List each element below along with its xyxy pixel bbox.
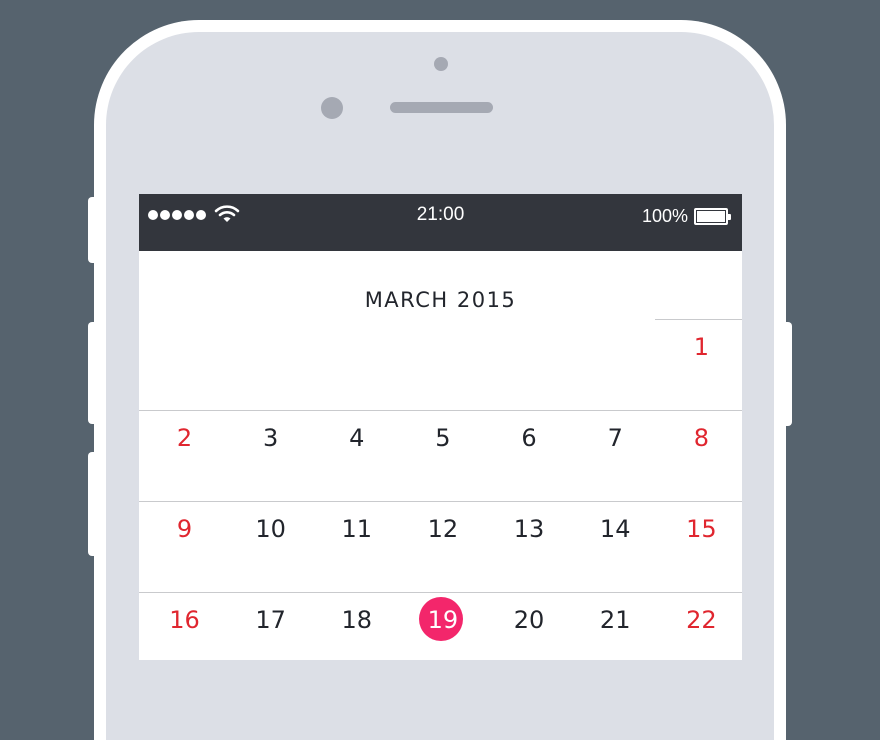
side-button-mute — [88, 197, 98, 263]
front-camera — [321, 97, 343, 119]
side-button-power — [782, 322, 792, 426]
calendar-day-today[interactable]: 19 — [397, 605, 488, 635]
calendar-day[interactable]: 16 — [139, 605, 230, 635]
calendar-day[interactable]: 10 — [225, 514, 316, 544]
calendar-week-row: 1 — [139, 319, 742, 410]
week-divider — [654, 319, 742, 320]
month-title: MARCH 2015 — [364, 288, 517, 312]
calendar-day[interactable]: 4 — [311, 423, 402, 453]
week-divider — [139, 410, 742, 411]
proximity-sensor — [434, 57, 448, 71]
calendar-day[interactable]: 6 — [484, 423, 575, 453]
calendar-week-row: 2345678 — [139, 410, 742, 501]
calendar-week-row: 16 17 18 19 20 21 22 — [139, 592, 742, 660]
earpiece-speaker — [390, 102, 493, 113]
calendar-day[interactable]: 8 — [656, 423, 742, 453]
calendar-day[interactable]: 13 — [484, 514, 575, 544]
battery-percentage: 100% — [641, 206, 688, 226]
calendar-day[interactable]: 22 — [656, 605, 742, 635]
calendar-day[interactable]: 1 — [656, 332, 742, 362]
calendar-day[interactable]: 14 — [570, 514, 661, 544]
calendar-day[interactable]: 5 — [397, 423, 488, 453]
week-divider — [139, 592, 742, 593]
week-divider — [139, 501, 742, 502]
calendar-day[interactable]: 21 — [570, 605, 661, 635]
calendar-day[interactable]: 9 — [139, 514, 230, 544]
calendar-week-row: 9 10 11 12 13 14 15 — [139, 501, 742, 592]
status-bar: 21:00 100% — [139, 194, 742, 251]
calendar-day[interactable]: 11 — [311, 514, 402, 544]
battery-icon — [694, 208, 731, 225]
calendar-day[interactable]: 2 — [139, 423, 230, 453]
side-button-volume-up — [88, 322, 98, 424]
calendar-day[interactable]: 17 — [225, 605, 316, 635]
screen: 21:00 100% MARCH 2015 1 2 3 4 5 6 7 8 9 10 11 12 13 1… — [139, 194, 742, 660]
calendar-day[interactable]: 18 — [311, 605, 402, 635]
calendar-day[interactable]: 12 — [397, 514, 488, 544]
side-button-volume-down — [88, 452, 98, 556]
calendar-day[interactable]: 7 — [570, 423, 661, 453]
calendar-day[interactable]: 3 — [225, 423, 316, 453]
calendar-day[interactable]: 20 — [484, 605, 575, 635]
calendar-day[interactable]: 15 — [656, 514, 742, 544]
